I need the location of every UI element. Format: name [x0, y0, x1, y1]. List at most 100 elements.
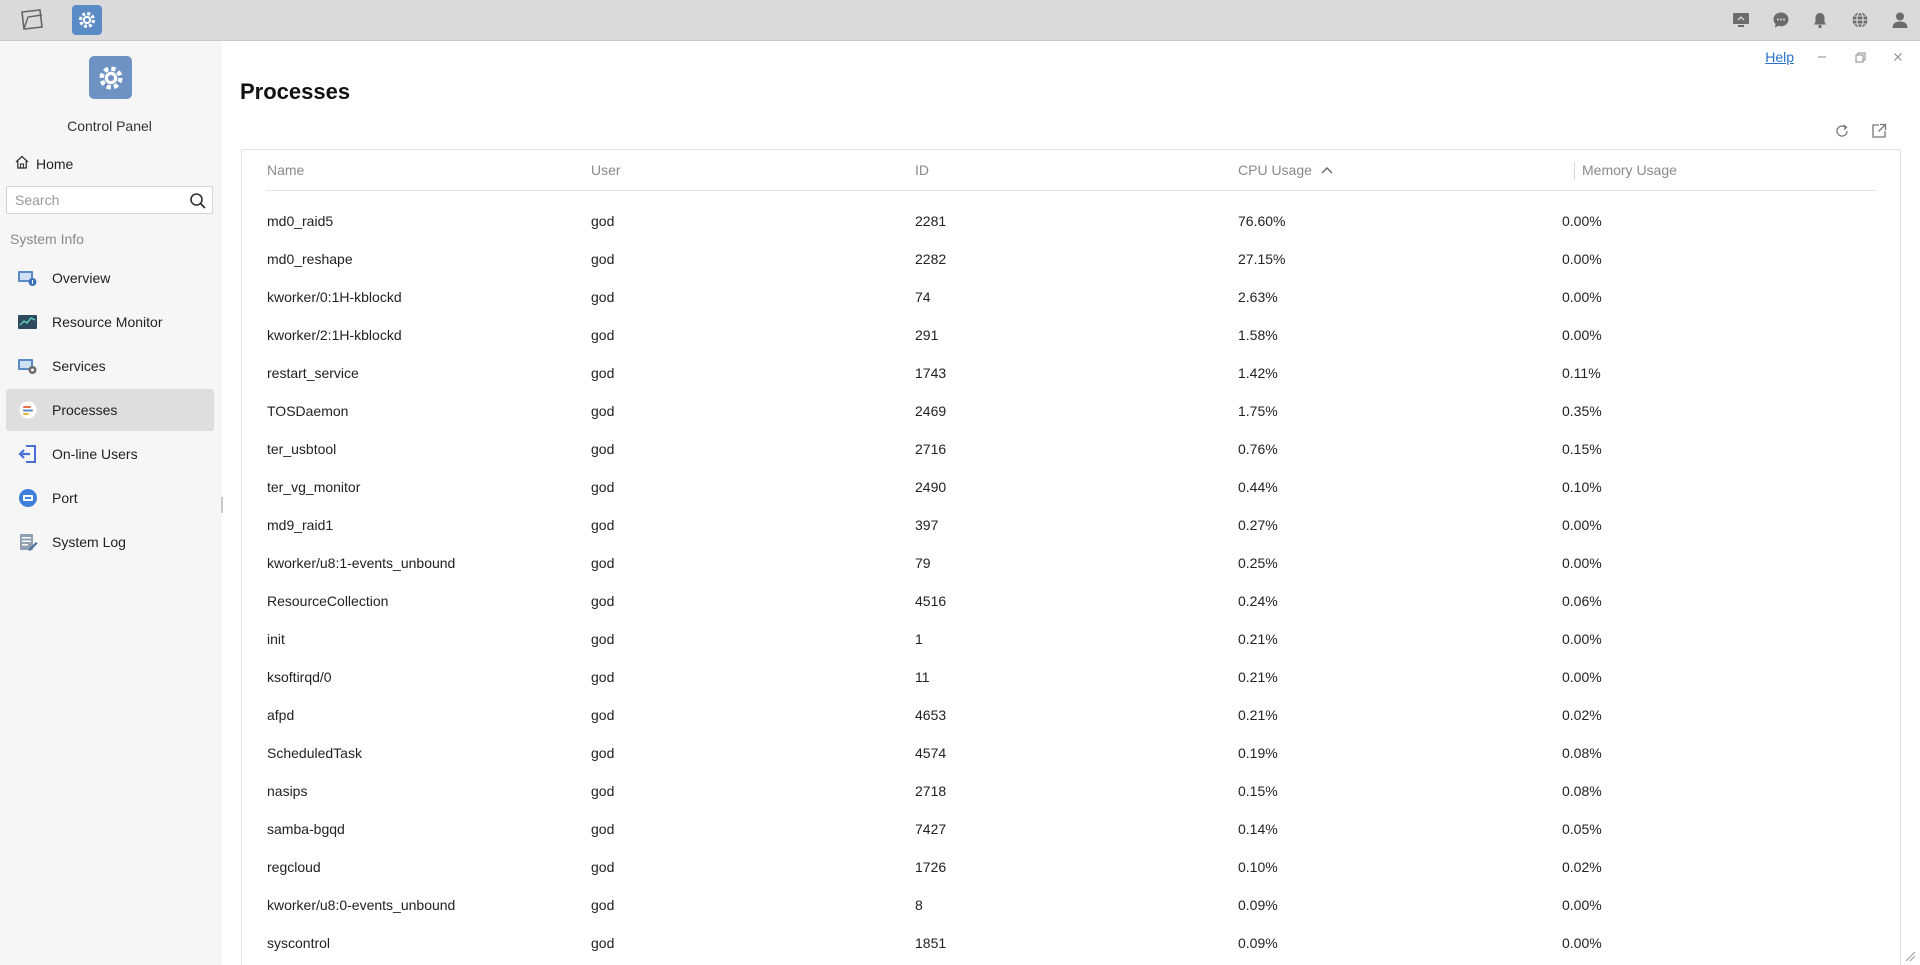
process-id-cell: 79	[915, 555, 931, 571]
process-id-cell: 4516	[915, 593, 947, 609]
table-row[interactable]: kworker/u8:0-events_unbound god 8 0.09% 0.00…	[242, 888, 1900, 926]
globe-icon[interactable]	[1848, 8, 1872, 32]
memory-usage-cell: 0.00%	[1562, 897, 1602, 913]
table-row[interactable]: kworker/0:1H-kblockd god 74 2.63% 0.00%	[242, 280, 1900, 318]
column-header-memory-usage[interactable]: Memory Usage	[1582, 162, 1677, 178]
table-row[interactable]: afpd god 4653 0.21% 0.02%	[242, 698, 1900, 736]
sidebar-item-services[interactable]: Services	[6, 345, 214, 387]
column-header-cpu-usage[interactable]: CPU Usage	[1238, 162, 1334, 178]
chat-icon[interactable]	[1769, 8, 1793, 32]
sidebar-item-system-log[interactable]: System Log	[6, 521, 214, 563]
cpu-usage-cell: 0.21%	[1238, 707, 1278, 723]
table-row[interactable]: md9_raid1 god 397 0.27% 0.00%	[242, 508, 1900, 546]
cpu-usage-cell: 0.27%	[1238, 517, 1278, 533]
table-row[interactable]: restart_service god 1743 1.42% 0.11%	[242, 356, 1900, 394]
cpu-usage-cell: 1.75%	[1238, 403, 1278, 419]
process-name-cell: ksoftirqd/0	[267, 669, 332, 685]
services-icon	[17, 356, 38, 377]
app-title: Control Panel	[67, 118, 152, 134]
sidebar-item-port[interactable]: Port	[6, 477, 214, 519]
table-row[interactable]: kworker/2:1H-kblockd god 291 1.58% 0.00%	[242, 318, 1900, 356]
sidebar-item-resource-monitor[interactable]: Resource Monitor	[6, 301, 214, 343]
memory-usage-cell: 0.35%	[1562, 403, 1602, 419]
taskbar	[0, 0, 1920, 40]
sidebar-item-label: System Log	[52, 534, 126, 550]
section-label-system-info: System Info	[10, 231, 84, 247]
table-row[interactable]: ter_usbtool god 2716 0.76% 0.15%	[242, 432, 1900, 470]
sidebar-item-processes[interactable]: Processes	[6, 389, 214, 431]
cpu-usage-cell: 0.09%	[1238, 897, 1278, 913]
column-header-user[interactable]: User	[591, 162, 621, 178]
sidebar-item-online-users[interactable]: On-line Users	[6, 433, 214, 475]
table-row[interactable]: md0_reshape god 2282 27.15% 0.00%	[242, 242, 1900, 280]
sidebar-item-overview[interactable]: Overview	[6, 257, 214, 299]
search-icon[interactable]	[188, 191, 208, 211]
process-id-cell: 4653	[915, 707, 947, 723]
memory-usage-cell: 0.00%	[1562, 213, 1602, 229]
restore-icon[interactable]	[1850, 47, 1870, 67]
show-desktop-icon[interactable]	[16, 4, 48, 36]
table-row[interactable]: TOSDaemon god 2469 1.75% 0.35%	[242, 394, 1900, 432]
table-row[interactable]: samba-bgqd god 7427 0.14% 0.05%	[242, 812, 1900, 850]
home-icon	[14, 154, 30, 173]
cpu-usage-cell: 0.21%	[1238, 631, 1278, 647]
cpu-usage-cell: 0.09%	[1238, 935, 1278, 951]
process-name-cell: nasips	[267, 783, 308, 799]
cpu-usage-cell: 1.58%	[1238, 327, 1278, 343]
process-id-cell: 2490	[915, 479, 947, 495]
process-name-cell: kworker/u8:0-events_unbound	[267, 897, 456, 913]
process-name-cell: init	[267, 631, 285, 647]
table-row[interactable]: kworker/u8:1-events_unbound god 79 0.25% 0.0…	[242, 546, 1900, 584]
memory-usage-cell: 0.00%	[1562, 669, 1602, 685]
table-row[interactable]: ScheduledTask god 4574 0.19% 0.08%	[242, 736, 1900, 774]
memory-usage-cell: 0.00%	[1562, 289, 1602, 305]
processes-table: Name User ID CPU Usage Memory Usage md0_…	[241, 149, 1901, 965]
table-row[interactable]: ResourceCollection god 4516 0.24% 0.06%	[242, 584, 1900, 622]
user-cell: god	[591, 593, 615, 609]
memory-usage-cell: 0.08%	[1562, 745, 1602, 761]
refresh-icon[interactable]	[1832, 121, 1852, 141]
table-row[interactable]: ksoftirqd/0 god 11 0.21% 0.00%	[242, 660, 1900, 698]
sidebar-resize-handle[interactable]	[221, 497, 223, 513]
window-resize-grip[interactable]	[1904, 949, 1916, 962]
sidebar-search	[6, 186, 213, 214]
memory-usage-cell: 0.06%	[1562, 593, 1602, 609]
close-icon[interactable]	[1888, 47, 1908, 67]
process-name-cell: kworker/u8:1-events_unbound	[267, 555, 456, 571]
table-row[interactable]: init god 1 0.21% 0.00%	[242, 622, 1900, 660]
column-header-id[interactable]: ID	[915, 162, 929, 178]
help-link[interactable]: Help	[1765, 49, 1794, 65]
table-row[interactable]: syscontrol god 1851 0.09% 0.00%	[242, 926, 1900, 964]
process-id-cell: 2716	[915, 441, 947, 457]
user-cell: god	[591, 213, 615, 229]
table-row[interactable]: regcloud god 1726 0.10% 0.02%	[242, 850, 1900, 888]
bell-icon[interactable]	[1808, 8, 1832, 32]
sidebar-item-label: Resource Monitor	[52, 314, 163, 330]
process-id-cell: 397	[915, 517, 939, 533]
process-id-cell: 7427	[915, 821, 947, 837]
search-input[interactable]	[7, 187, 177, 213]
sidebar: Control Panel Home System Info Overview	[0, 41, 223, 965]
memory-usage-cell: 0.00%	[1562, 935, 1602, 951]
table-row[interactable]: nasips god 2718 0.15% 0.08%	[242, 774, 1900, 812]
user-icon[interactable]	[1888, 8, 1912, 32]
user-cell: god	[591, 707, 615, 723]
table-row[interactable]: md0_raid5 god 2281 76.60% 0.00%	[242, 204, 1900, 242]
column-header-name[interactable]: Name	[267, 162, 304, 178]
table-row[interactable]: ter_vg_monitor god 2490 0.44% 0.10%	[242, 470, 1900, 508]
memory-usage-cell: 0.15%	[1562, 441, 1602, 457]
monitor-icon[interactable]	[1729, 8, 1753, 32]
process-id-cell: 11	[915, 669, 930, 685]
control-panel-gear-icon[interactable]	[72, 5, 102, 35]
process-id-cell: 2281	[915, 213, 947, 229]
memory-usage-cell: 0.00%	[1562, 555, 1602, 571]
sidebar-home-link[interactable]: Home	[14, 154, 73, 173]
column-resize-divider[interactable]	[1574, 162, 1575, 180]
export-icon[interactable]	[1869, 121, 1889, 141]
user-cell: god	[591, 821, 615, 837]
control-panel-logo-icon	[89, 56, 132, 99]
memory-usage-cell: 0.02%	[1562, 707, 1602, 723]
memory-usage-cell: 0.00%	[1562, 631, 1602, 647]
cpu-usage-cell: 0.19%	[1238, 745, 1278, 761]
minimize-icon[interactable]	[1812, 47, 1832, 67]
